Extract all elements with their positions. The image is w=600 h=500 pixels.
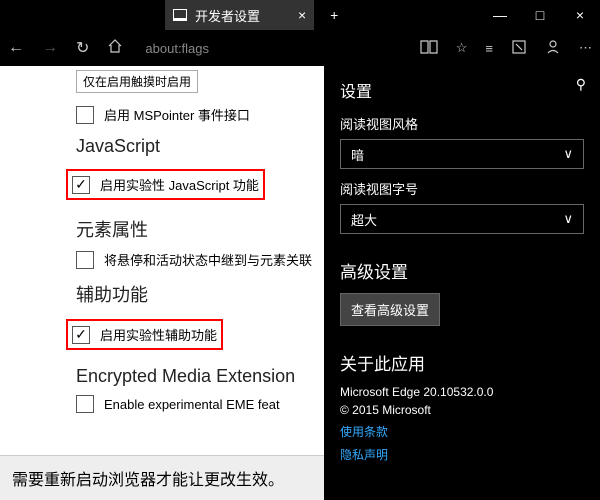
favorite-icon[interactable]: ☆ — [456, 40, 468, 56]
reading-style-select[interactable]: 暗 ∨ — [340, 139, 584, 169]
chevron-down-icon: ∨ — [563, 146, 573, 162]
minimize-button[interactable]: — — [480, 0, 520, 30]
terms-link[interactable]: 使用条款 — [340, 423, 584, 440]
section-heading: 高级设置 — [340, 258, 584, 283]
checkbox-row[interactable]: Enable experimental EME feat — [76, 395, 324, 413]
home-button[interactable] — [107, 38, 123, 59]
checkbox-row[interactable]: ✓ 启用实验性辅助功能 — [72, 325, 217, 344]
section-heading: Encrypted Media Extension — [76, 366, 324, 387]
section-heading: 辅助功能 — [76, 281, 324, 307]
copyright-text: © 2015 Microsoft — [340, 403, 584, 417]
checkbox-label: 启用实验性 JavaScript 功能 — [100, 175, 259, 194]
dropdown-partial[interactable]: 仅在启用触摸时启用 — [76, 70, 198, 93]
hub-icon[interactable]: ≡ — [485, 41, 493, 56]
checkbox-label: 启用实验性辅助功能 — [100, 325, 217, 344]
refresh-button[interactable]: ↻ — [76, 38, 89, 58]
highlight-box: ✓ 启用实验性 JavaScript 功能 — [66, 169, 265, 200]
reading-icon[interactable] — [420, 40, 438, 57]
version-text: Microsoft Edge 20.10532.0.0 — [340, 385, 584, 399]
browser-tab[interactable]: 开发者设置 × — [165, 0, 314, 30]
highlight-box: ✓ 启用实验性辅助功能 — [66, 319, 223, 350]
close-tab-icon[interactable]: × — [298, 7, 306, 23]
checkbox-row[interactable]: 启用 MSPointer 事件接口 — [76, 105, 324, 124]
pin-icon[interactable]: ⚲ — [576, 76, 586, 93]
checkbox-row[interactable]: 将悬停和活动状态中继到与元素关联 — [76, 250, 324, 269]
page-icon — [173, 9, 187, 21]
checkbox-unchecked[interactable] — [76, 251, 94, 269]
section-heading: JavaScript — [76, 136, 324, 157]
chevron-down-icon: ∨ — [563, 211, 573, 227]
tab-title: 开发者设置 — [195, 6, 260, 25]
checkbox-checked[interactable]: ✓ — [72, 326, 90, 344]
share-icon[interactable] — [545, 39, 561, 58]
back-button[interactable]: ← — [8, 39, 24, 57]
section-heading: 元素属性 — [76, 216, 324, 242]
address-bar[interactable]: about:flags — [145, 41, 209, 56]
restart-banner: 需要重新启动浏览器才能让更改生效。 — [0, 455, 324, 500]
note-icon[interactable] — [511, 39, 527, 58]
checkbox-label: Enable experimental EME feat — [104, 397, 280, 412]
checkbox-unchecked[interactable] — [76, 395, 94, 413]
checkbox-row[interactable]: ✓ 启用实验性 JavaScript 功能 — [72, 175, 259, 194]
advanced-settings-button[interactable]: 查看高级设置 — [340, 293, 440, 326]
select-value: 暗 — [351, 145, 364, 164]
settings-panel: ⚲ 设置 阅读视图风格 暗 ∨ 阅读视图字号 超大 ∨ 高级设置 查看高级设置 … — [324, 66, 600, 500]
panel-title: 设置 — [340, 78, 584, 102]
select-value: 超大 — [351, 210, 377, 229]
field-label: 阅读视图风格 — [340, 114, 584, 133]
main-content: 仅在启用触摸时启用 启用 MSPointer 事件接口 JavaScript ✓… — [0, 66, 324, 500]
titlebar: 开发者设置 × + — □ × — [0, 0, 600, 30]
close-window-button[interactable]: × — [560, 0, 600, 30]
field-label: 阅读视图字号 — [340, 179, 584, 198]
reading-size-select[interactable]: 超大 ∨ — [340, 204, 584, 234]
section-heading: 关于此应用 — [340, 350, 584, 375]
new-tab-button[interactable]: + — [314, 0, 354, 30]
maximize-button[interactable]: □ — [520, 0, 560, 30]
forward-button: → — [42, 39, 58, 57]
privacy-link[interactable]: 隐私声明 — [340, 446, 584, 463]
checkbox-label: 启用 MSPointer 事件接口 — [104, 105, 250, 124]
more-icon[interactable]: ⋯ — [579, 40, 592, 56]
checkbox-checked[interactable]: ✓ — [72, 176, 90, 194]
navbar: ← → ↻ about:flags ☆ ≡ ⋯ — [0, 30, 600, 66]
checkbox-label: 将悬停和活动状态中继到与元素关联 — [104, 250, 312, 269]
checkbox-unchecked[interactable] — [76, 106, 94, 124]
